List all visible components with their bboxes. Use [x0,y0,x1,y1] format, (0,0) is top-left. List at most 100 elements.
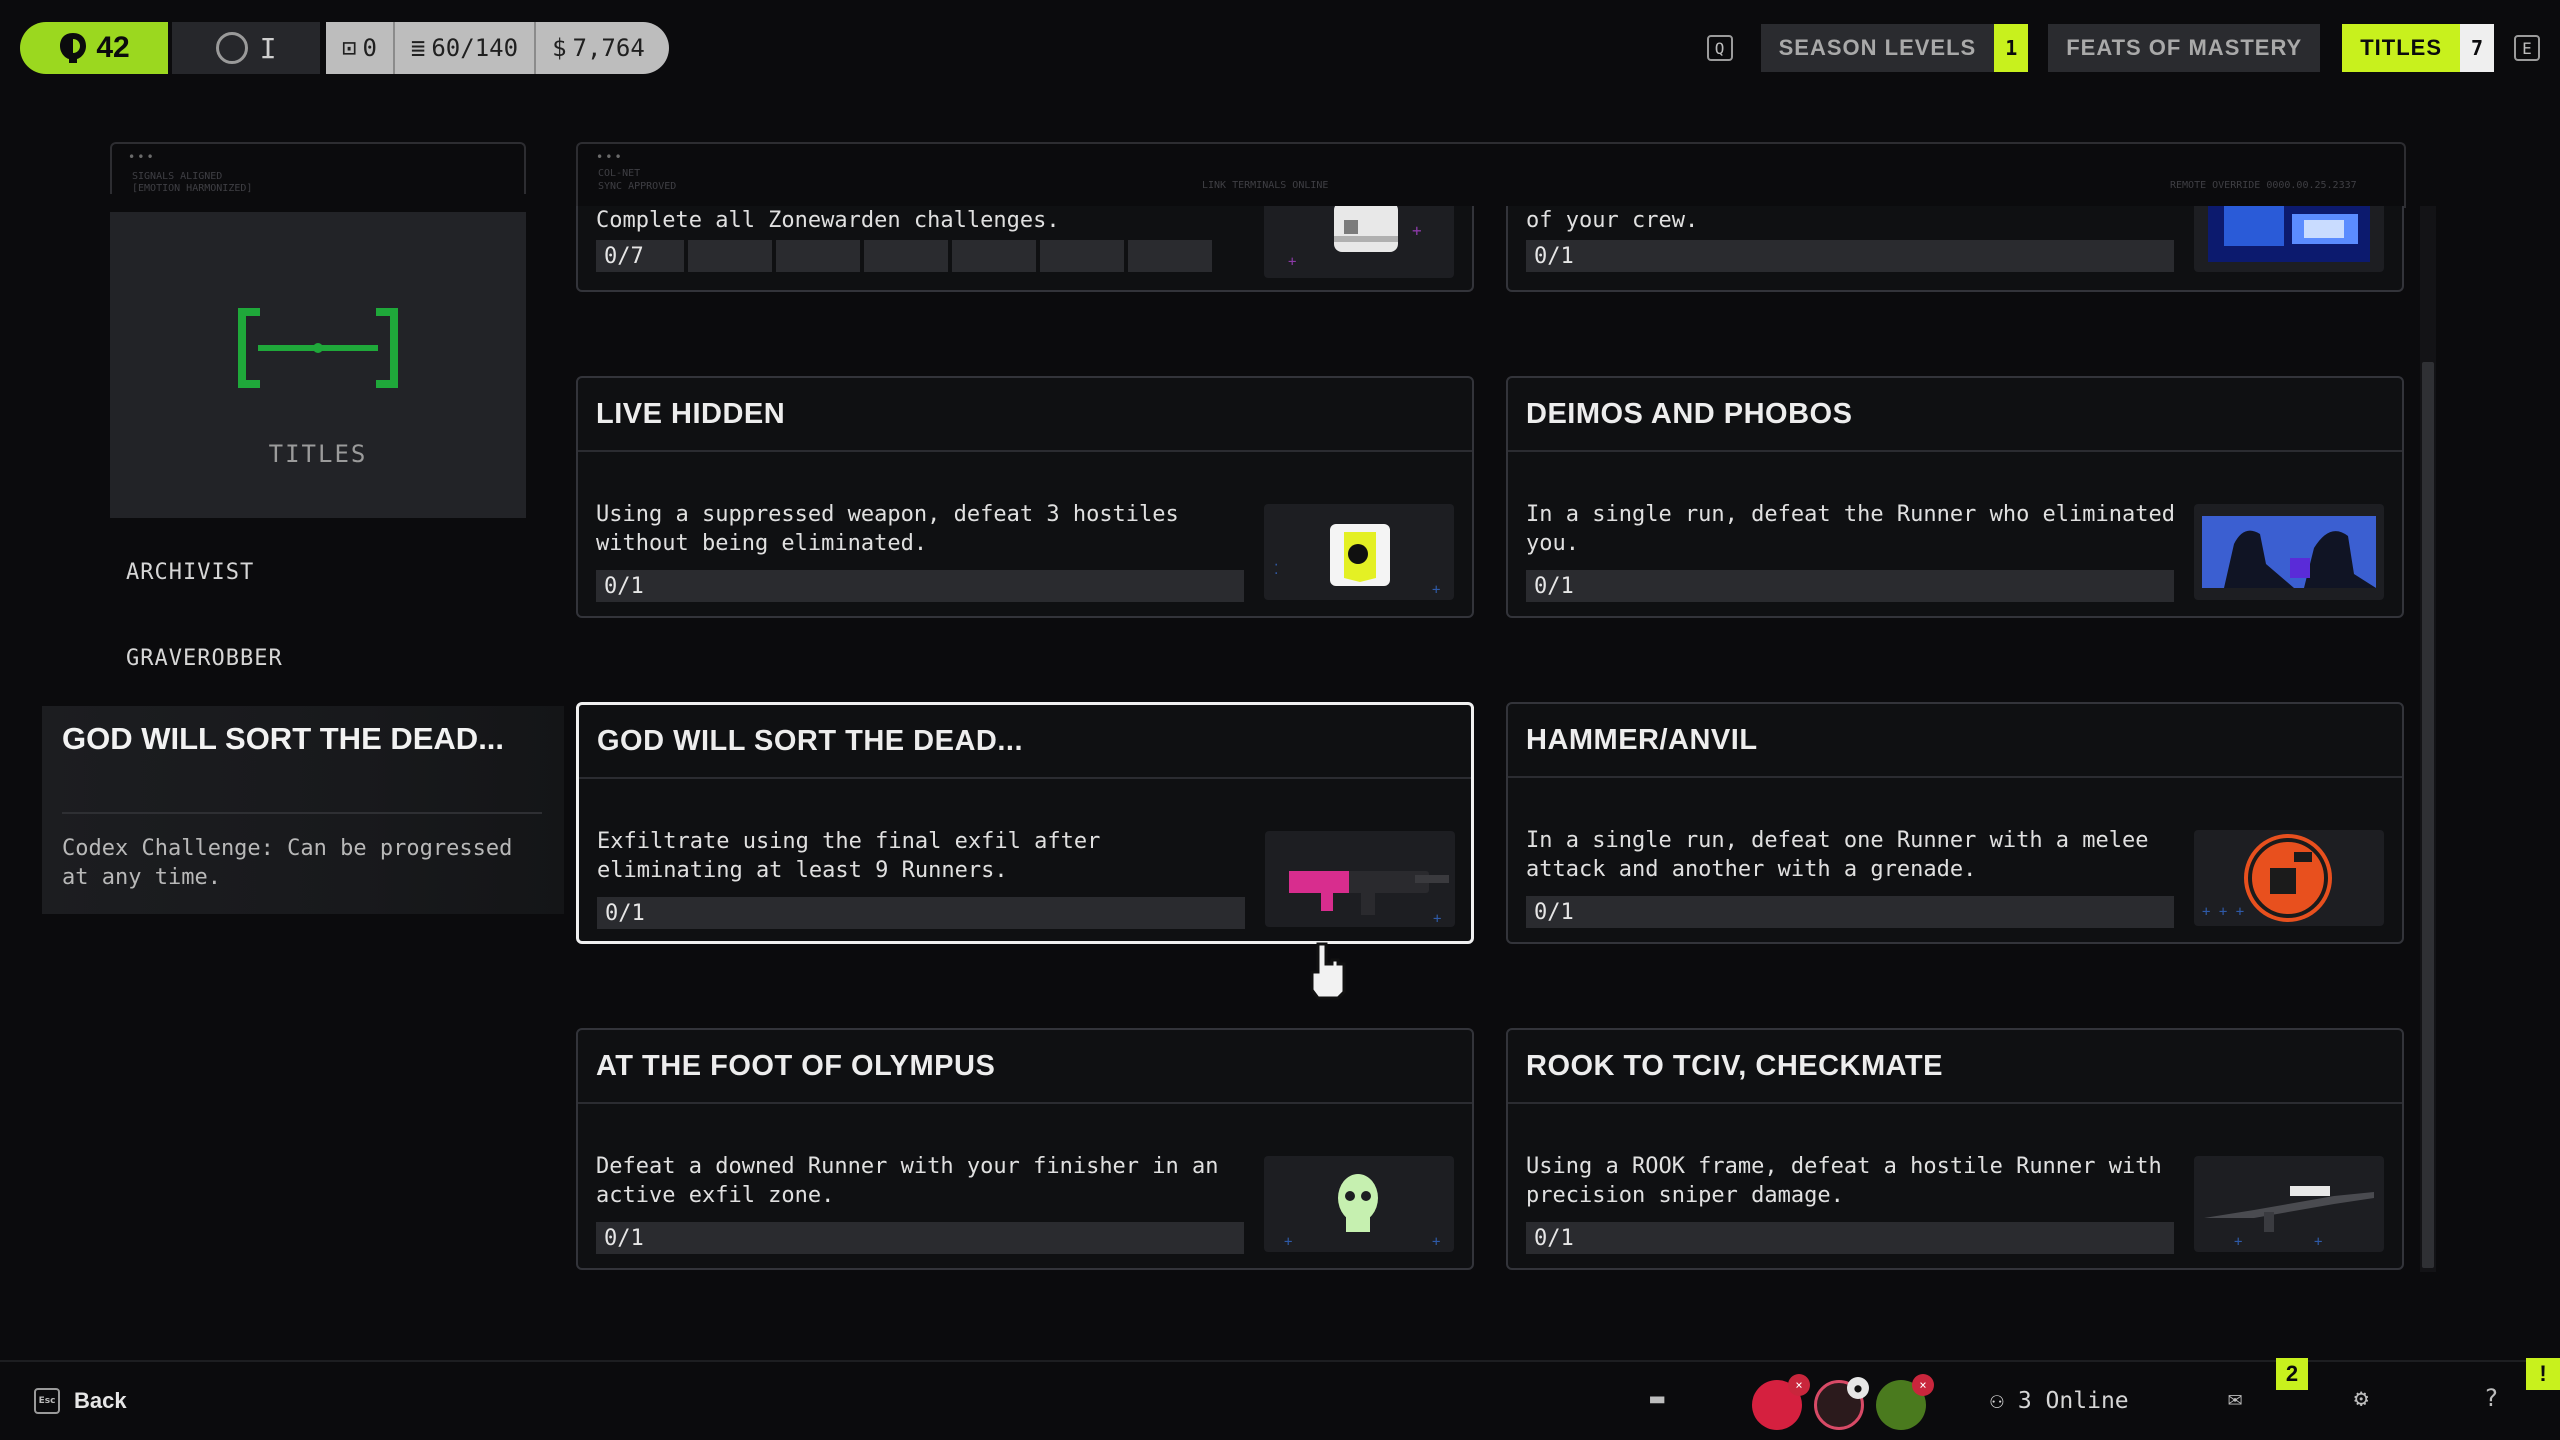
challenge-thumbnail [2194,504,2384,600]
grid-caption-2: SYNC APPROVED [598,181,677,192]
challenge-description: Exfiltrate using the final exfil after e… [597,829,1101,883]
rank-ring-icon [215,32,248,64]
challenge-description: Using a ROOK frame, defeat a hostile Run… [1526,1154,2162,1208]
challenge-card-zonewarden[interactable]: Complete all Zonewarden challenges. 0/7 … [576,206,1474,292]
grid-scrollbar[interactable] [2420,206,2436,1272]
challenge-description: Using a suppressed weapon, defeat 3 host… [596,502,1179,556]
settings-gear-icon[interactable]: ⚙ [2354,1384,2368,1412]
left-panel-header: ••• SIGNALS ALIGNED [EMOTION HARMONIZED] [110,142,526,194]
challenge-progress-bar: 0/1 [1526,1222,2174,1254]
progress-segment [1036,240,1124,272]
player-status: 42 I ⊡ 0 ≣ 60/140 $ 7,764 [20,22,669,74]
challenge-card-god-will-sort-the-dead[interactable]: GOD WILL SORT THE DEAD... Exfiltrate usi… [576,702,1474,944]
grid-scrollbar-thumb[interactable] [2422,362,2434,1268]
title-item-graverobber[interactable]: GRAVEROBBER [126,646,283,671]
challenge-thumbnail [2194,206,2384,272]
stat-credits[interactable]: $ 7,764 [536,22,669,74]
player-level: 42 [96,31,130,64]
challenge-title: ROOK TO TCIV, CHECKMATE [1508,1030,2402,1104]
squad-avatar-1[interactable]: × [1752,1374,1810,1430]
squad-avatar-3[interactable]: × [1876,1374,1934,1430]
challenge-description: of your crew. [1526,208,1699,233]
svg-text:+: + [1412,221,1422,240]
resource-stats: ⊡ 0 ≣ 60/140 $ 7,764 [326,22,669,74]
svg-text:+: + [1284,1234,1292,1250]
svg-text:+: + [1433,911,1441,927]
challenge-thumbnail: + [1265,831,1455,927]
challenge-title: GOD WILL SORT THE DEAD... [579,705,1471,779]
stat-stash[interactable]: ≣ 60/140 [395,22,537,74]
svg-text:+: + [2234,1234,2242,1250]
challenge-card-deimos-and-phobos[interactable]: DEIMOS AND PHOBOS In a single run, defea… [1506,376,2404,618]
challenge-thumbnail: ⁚ + [1264,504,1454,600]
back-label: Back [74,1388,127,1413]
svg-text:⁚: ⁚ [1274,562,1278,578]
header-caption-2: [EMOTION HARMONIZED] [132,183,253,194]
challenge-grid-header: ••• COL-NET SYNC APPROVED LINK TERMINALS… [576,142,2406,208]
stat-crates-value: 0 [362,34,377,62]
challenge-progress: 0/1 [1534,1225,1574,1251]
key-hint-e[interactable]: E [2514,35,2540,61]
challenge-progress-bar: 0/1 [597,897,1245,929]
challenge-title: HAMMER/ANVIL [1508,704,2402,778]
suppressed-mask-icon: ⁚ + [1274,524,1440,598]
challenge-card-at-the-foot-of-olympus[interactable]: AT THE FOOT OF OLYMPUS Defeat a downed R… [576,1028,1474,1270]
tab-season-levels[interactable]: SEASON LEVELS [1760,24,1995,72]
challenge-description: In a single run, defeat one Runner with … [1526,828,2149,882]
hand-cursor-icon [1310,942,1346,1000]
challenge-progress: 0/1 [1534,243,1574,269]
squad-avatar-2[interactable]: ● [1814,1377,1869,1430]
alert-badge[interactable]: ! [2526,1358,2560,1390]
crate-icon: ⊡ [342,34,357,62]
titles-category-card[interactable]: TITLES [110,212,526,518]
title-item-archivist[interactable]: ARCHIVIST [126,560,254,585]
challenge-progress-bar: 0/1 [596,1222,1244,1254]
challenge-thumbnail: + + [1264,1156,1454,1252]
online-friends-button[interactable]: ⚇ 3 Online [1990,1388,2129,1414]
challenge-card-live-hidden[interactable]: LIVE HIDDEN Using a suppressed weapon, d… [576,376,1474,618]
svg-text:+ + +: + + + [2202,904,2244,920]
player-emblem-icon [60,33,87,63]
zonewarden-armor-icon: + + [1288,206,1422,270]
help-icon[interactable]: ? [2484,1384,2498,1412]
challenge-title: LIVE HIDDEN [578,378,1472,452]
progress-segment [1124,240,1212,272]
muted-icon: × [1912,1374,1934,1396]
challenge-progress: 0/1 [605,900,645,926]
online-count: 3 Online [2017,1388,2129,1414]
challenge-description: Complete all Zonewarden challenges. [596,208,1060,233]
esc-key-icon: Esc [34,1388,60,1414]
mic-icon: ● [1847,1377,1869,1399]
challenge-progress-bar: 0/1 [1526,240,2174,272]
tab-feats-of-mastery[interactable]: FEATS OF MASTERY [2048,24,2321,72]
title-bracket-icon [238,308,398,388]
top-bar: 42 I ⊡ 0 ≣ 60/140 $ 7,764 Q SEASON LEVEL… [0,0,2560,96]
key-hint-q[interactable]: Q [1706,35,1733,61]
stat-stash-value: 60/140 [431,34,519,62]
rank-badge[interactable]: I [172,22,320,74]
svg-text:+: + [2314,1234,2322,1250]
challenge-description: Defeat a downed Runner with your finishe… [596,1154,1219,1208]
challenge-card-rook-to-tciv-checkmate[interactable]: ROOK TO TCIV, CHECKMATE Using a ROOK fra… [1506,1028,2404,1270]
tab-season-levels-count: 1 [1994,24,2029,72]
crew-screen-icon [2208,206,2370,262]
mail-icon[interactable]: ✉ [2228,1384,2242,1412]
challenge-description: In a single run, defeat the Runner who e… [1526,502,2176,556]
challenge-card-hammer-anvil[interactable]: HAMMER/ANVIL In a single run, defeat one… [1506,702,2404,944]
progress-segment [684,240,772,272]
duel-silhouettes-icon [2202,516,2376,588]
skull-icon: + + [1284,1174,1440,1250]
divider [62,812,542,814]
back-button[interactable]: Esc Back [34,1388,127,1414]
stat-crates[interactable]: ⊡ 0 [326,22,395,74]
selected-title-details: GOD WILL SORT THE DEAD... Codex Challeng… [42,706,564,914]
grid-caption-1: COL-NET [598,168,641,179]
chat-icon[interactable]: ▬ [1650,1384,1664,1412]
svg-text:+: + [1432,1234,1440,1250]
player-level-badge[interactable]: 42 [20,22,168,74]
tab-titles[interactable]: TITLES [2342,24,2460,72]
progress-segment [772,240,860,272]
svg-text:+: + [1288,254,1296,270]
grid-caption-right: REMOTE OVERRIDE 0000.00.25.2337 [2170,180,2357,191]
challenge-card-crew[interactable]: of your crew. 0/1 [1506,206,2404,292]
